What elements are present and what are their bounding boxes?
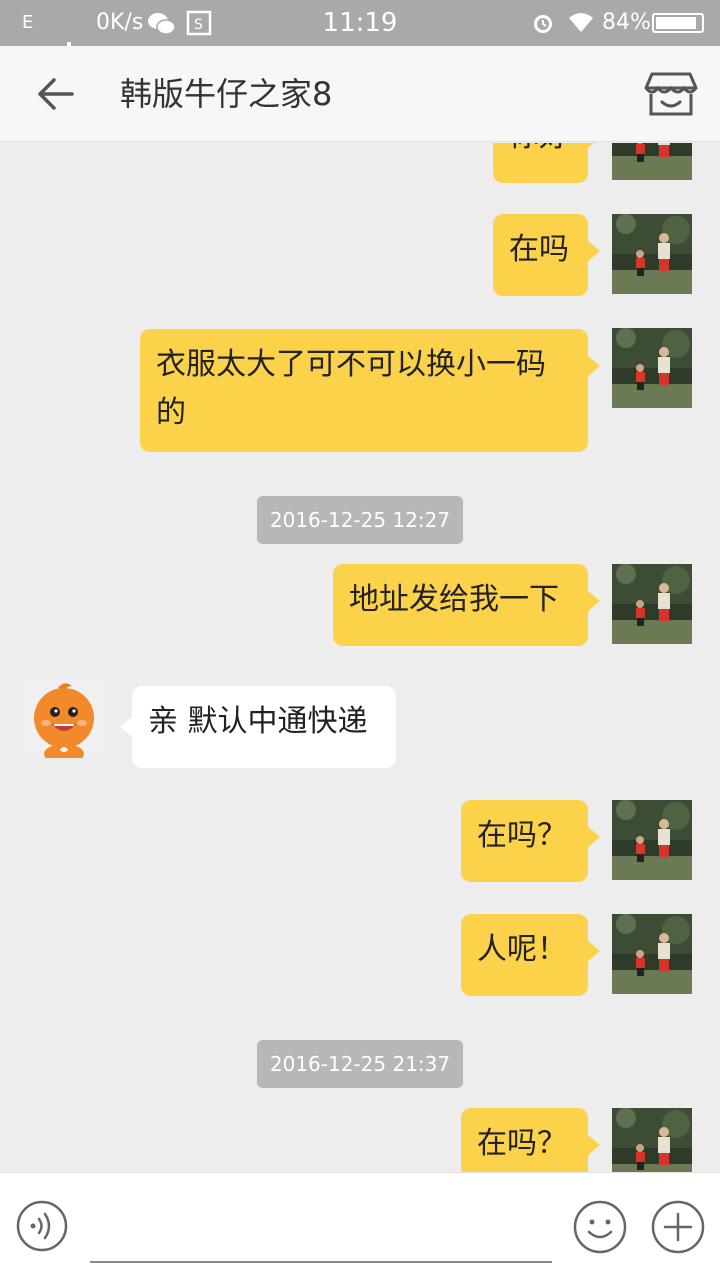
user-photo-icon xyxy=(612,1108,692,1173)
my-avatar[interactable] xyxy=(612,328,692,408)
user-photo-icon xyxy=(612,328,692,408)
message-timestamp: 2016-12-25 12:27 xyxy=(257,496,463,544)
message-text: 在吗 xyxy=(509,232,569,267)
message-timestamp: 2016-12-25 21:37 xyxy=(257,1040,463,1088)
page-title: 韩版牛仔之家8 xyxy=(120,75,333,113)
message-text: 在吗？ xyxy=(477,1126,567,1161)
message-text: 在吗？ xyxy=(477,818,567,853)
message-bubble[interactable]: 在吗？ xyxy=(461,800,600,882)
my-avatar[interactable] xyxy=(612,143,692,180)
message-text: 地址发给我一下 xyxy=(349,582,559,617)
smiley-icon xyxy=(573,1200,627,1254)
seller-avatar[interactable] xyxy=(24,678,104,764)
message-bubble[interactable]: 你好 xyxy=(493,143,600,183)
message-bubble[interactable]: 人呢！ xyxy=(461,914,600,996)
voice-button[interactable] xyxy=(15,1199,69,1253)
my-avatar[interactable] xyxy=(612,914,692,994)
chat-header: 韩版牛仔之家8 xyxy=(0,46,720,142)
my-avatar[interactable] xyxy=(612,214,692,294)
my-avatar[interactable] xyxy=(612,564,692,644)
alarm-icon xyxy=(530,0,556,46)
message-text: 衣服太大了可不可以换小一码的 xyxy=(156,347,546,430)
user-photo-icon xyxy=(612,143,692,180)
message-bubble[interactable]: 亲 默认中通快递 xyxy=(120,686,396,768)
message-bubble[interactable]: 衣服太大了可不可以换小一码的 xyxy=(140,329,600,452)
plus-icon xyxy=(651,1200,705,1254)
message-list[interactable]: 你好 在吗 衣服太大了可不可以换小一码的 2016-12-25 12:27 地址… xyxy=(0,143,720,1173)
shop-icon xyxy=(644,72,698,116)
emoji-button[interactable] xyxy=(572,1199,628,1255)
message-text: 人呢！ xyxy=(477,932,567,967)
message-bubble[interactable]: 在吗 xyxy=(493,214,600,296)
back-arrow-icon xyxy=(38,78,74,110)
user-photo-icon xyxy=(612,214,692,294)
more-button[interactable] xyxy=(650,1199,706,1255)
input-bar xyxy=(0,1172,720,1280)
message-bubble[interactable]: 在吗？ xyxy=(461,1108,600,1173)
user-photo-icon xyxy=(612,800,692,880)
battery-icon xyxy=(652,13,704,33)
user-photo-icon xyxy=(612,914,692,994)
orange-mascot-icon xyxy=(24,678,104,764)
status-bar: E 0K/s S 11:19 84% xyxy=(0,0,720,60)
message-bubble[interactable]: 地址发给我一下 xyxy=(333,564,600,646)
voice-icon xyxy=(16,1200,68,1252)
my-avatar[interactable] xyxy=(612,800,692,880)
shop-button[interactable] xyxy=(642,68,700,120)
wifi-icon xyxy=(566,0,596,46)
message-input[interactable] xyxy=(90,1193,552,1263)
back-button[interactable] xyxy=(24,66,84,122)
my-avatar[interactable] xyxy=(612,1108,692,1173)
message-text: 亲 默认中通快递 xyxy=(148,704,368,739)
message-text: 你好 xyxy=(509,143,569,154)
user-photo-icon xyxy=(612,564,692,644)
battery-percent: 84% xyxy=(602,10,651,35)
